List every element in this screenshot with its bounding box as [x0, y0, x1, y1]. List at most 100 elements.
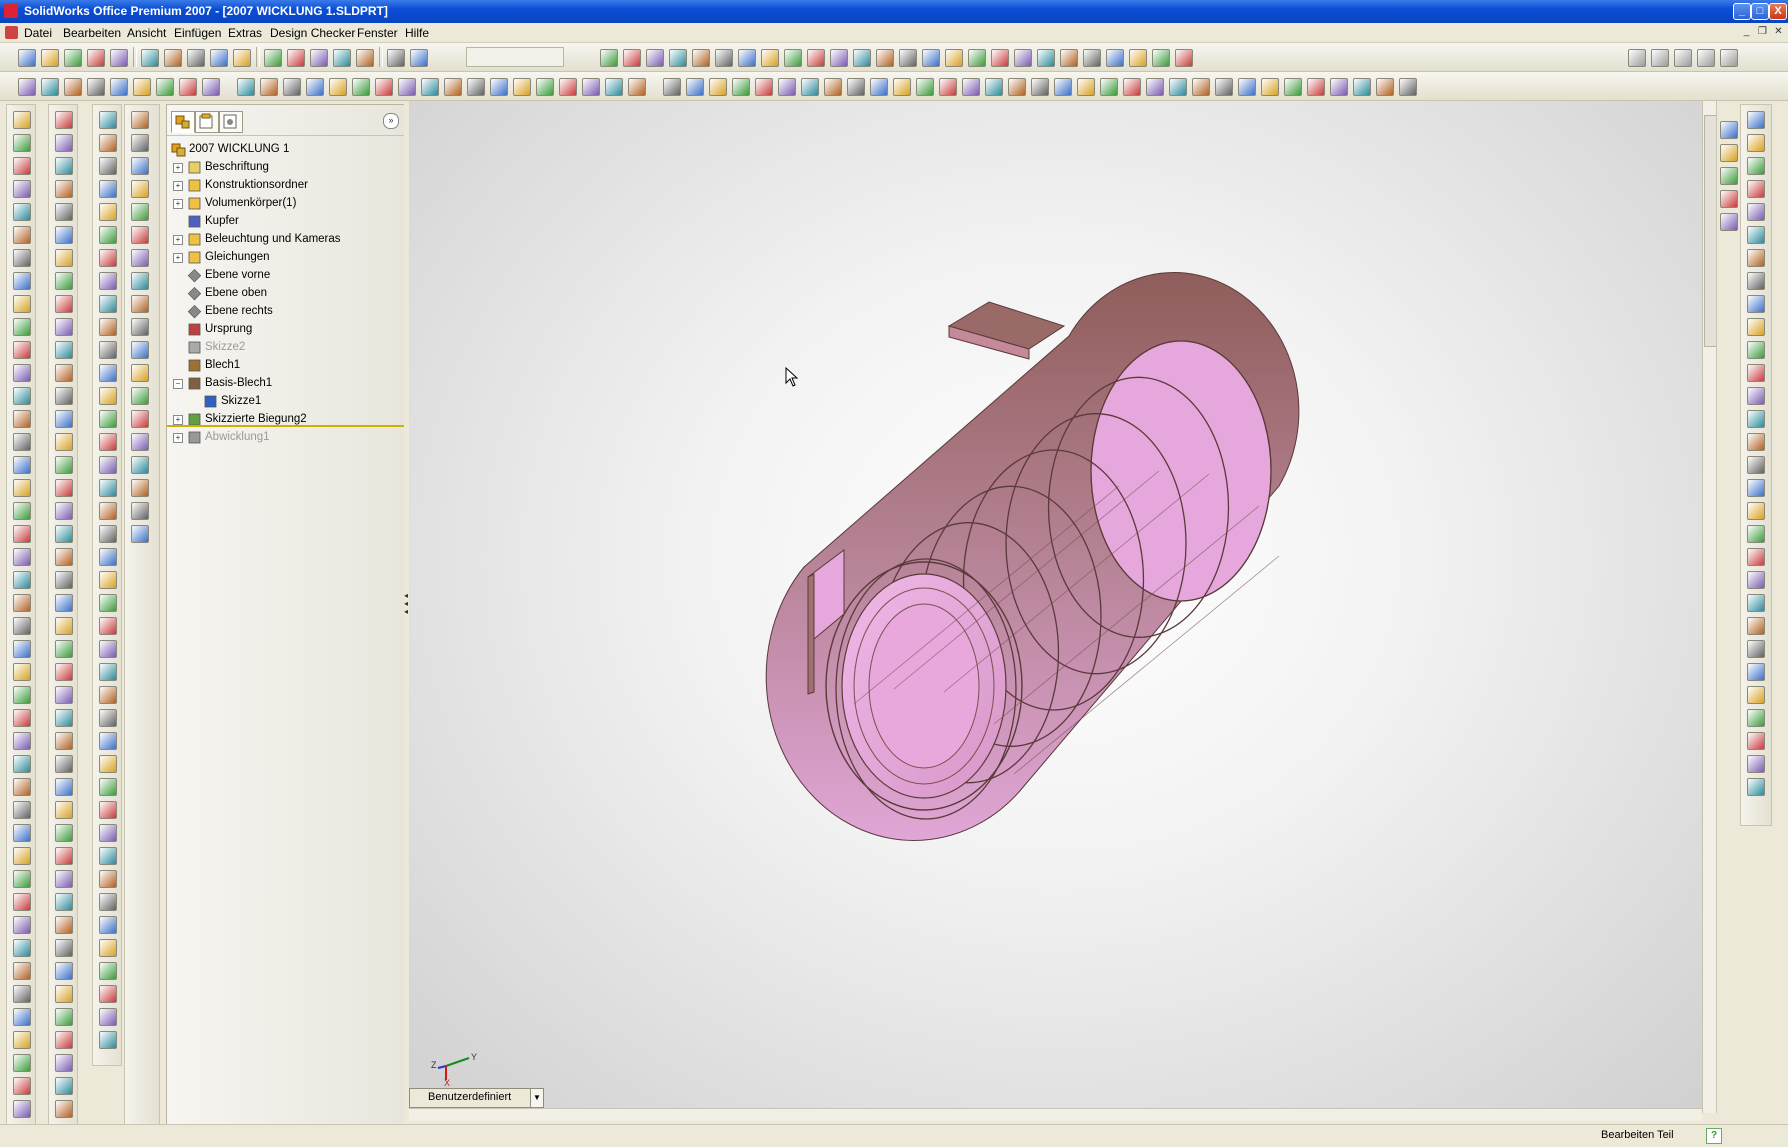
toolbar-button-icon[interactable] [55, 157, 73, 175]
toolbar-button-icon[interactable] [55, 962, 73, 980]
toolbar-button-icon[interactable] [13, 111, 31, 129]
toolbar-button-icon[interactable] [985, 78, 1003, 96]
toolbar-button-icon[interactable] [99, 916, 117, 934]
toolbar-button-icon[interactable] [375, 78, 393, 96]
tab-feature-manager[interactable] [171, 111, 195, 133]
toolbar-button-icon[interactable] [99, 985, 117, 1003]
toolbar-button-icon[interactable] [870, 78, 888, 96]
toolbar-button-icon[interactable] [55, 226, 73, 244]
toolbar-button-icon[interactable] [1031, 78, 1049, 96]
toolbar-button-icon[interactable] [467, 78, 485, 96]
toolbar-button-icon[interactable] [1747, 709, 1765, 727]
toolbar-button-icon[interactable] [99, 134, 117, 152]
toolbar-button-icon[interactable] [646, 49, 664, 67]
menu-fenster[interactable]: Fenster [357, 26, 398, 40]
toolbar-button-icon[interactable] [13, 410, 31, 428]
toolbar-button-icon[interactable] [628, 78, 646, 96]
toolbar-button-icon[interactable] [99, 801, 117, 819]
toolbar-button-icon[interactable] [55, 916, 73, 934]
toolbar-button-icon[interactable] [1747, 433, 1765, 451]
toolbar-button-icon[interactable] [13, 1100, 31, 1118]
toolbar-button-icon[interactable] [1747, 502, 1765, 520]
toolbar-button-icon[interactable] [807, 49, 825, 67]
toolbar-button-icon[interactable] [945, 49, 963, 67]
toolbar-button-icon[interactable] [55, 709, 73, 727]
toolbar-button-icon[interactable] [131, 111, 149, 129]
toolbar-button-icon[interactable] [131, 226, 149, 244]
toolbar-button-icon[interactable] [536, 78, 554, 96]
toolbar-button-icon[interactable] [99, 732, 117, 750]
toolbar-button-icon[interactable] [41, 49, 59, 67]
tree-item[interactable]: Ebene vorne [167, 267, 405, 285]
tree-item[interactable]: Skizze2 [167, 339, 405, 357]
toolbar-button-icon[interactable] [1747, 663, 1765, 681]
toolbar-button-icon[interactable] [623, 49, 641, 67]
toolbar-button-icon[interactable] [13, 203, 31, 221]
toolbar-button-icon[interactable] [18, 49, 36, 67]
toolbar-button-icon[interactable] [64, 78, 82, 96]
collapse-icon[interactable]: − [173, 379, 183, 389]
toolbar-button-icon[interactable] [13, 916, 31, 934]
tree-item[interactable]: + Gleichungen [167, 249, 405, 267]
toolbar-button-icon[interactable] [131, 249, 149, 267]
expand-icon[interactable]: + [173, 199, 183, 209]
toolbar-button-icon[interactable] [13, 1031, 31, 1049]
chevron-down-icon[interactable]: ▼ [530, 1088, 544, 1108]
graphics-area[interactable]: Y Z X [409, 101, 1702, 1113]
toolbar-button-icon[interactable] [13, 525, 31, 543]
toolbar-button-icon[interactable] [99, 157, 117, 175]
toolbar-button-icon[interactable] [1747, 571, 1765, 589]
toolbar-button-icon[interactable] [264, 49, 282, 67]
toolbar-button-icon[interactable] [559, 78, 577, 96]
toolbar-button-icon[interactable] [1747, 456, 1765, 474]
toolbar-button-icon[interactable] [1054, 78, 1072, 96]
toolbar-button-icon[interactable] [99, 341, 117, 359]
toolbar-button-icon[interactable] [99, 180, 117, 198]
toolbar-button-icon[interactable] [13, 364, 31, 382]
toolbar-button-icon[interactable] [99, 249, 117, 267]
toolbar-button-icon[interactable] [55, 502, 73, 520]
toolbar-button-icon[interactable] [13, 548, 31, 566]
toolbar-button-icon[interactable] [13, 295, 31, 313]
toolbar-button-icon[interactable] [55, 318, 73, 336]
toolbar-button-icon[interactable] [1008, 78, 1026, 96]
toolbar-button-icon[interactable] [1100, 78, 1118, 96]
toolbar-button-icon[interactable] [99, 410, 117, 428]
help-icon[interactable]: ? [1706, 1128, 1722, 1144]
toolbar-button-icon[interactable] [99, 479, 117, 497]
toolbar-button-icon[interactable] [99, 1031, 117, 1049]
toolbar-button-icon[interactable] [605, 78, 623, 96]
toolbar-button-icon[interactable] [1747, 203, 1765, 221]
toolbar-button-icon[interactable] [99, 663, 117, 681]
toolbar-button-icon[interactable] [131, 433, 149, 451]
toolbar-button-icon[interactable] [490, 78, 508, 96]
toolbar-button-icon[interactable] [55, 778, 73, 796]
toolbar-button-icon[interactable] [732, 78, 750, 96]
toolbar-button-icon[interactable] [1747, 594, 1765, 612]
toolbar-button-icon[interactable] [156, 78, 174, 96]
toolbar-button-icon[interactable] [13, 847, 31, 865]
toolbar-button-icon[interactable] [1284, 78, 1302, 96]
vertical-scrollbar[interactable] [1702, 101, 1717, 1113]
toolbar-button-icon[interactable] [1651, 49, 1669, 67]
toolbar-button-icon[interactable] [13, 134, 31, 152]
toolbar-button-icon[interactable] [1060, 49, 1078, 67]
toolbar-button-icon[interactable] [87, 78, 105, 96]
toolbar-button-icon[interactable] [13, 249, 31, 267]
toolbar-button-icon[interactable] [55, 617, 73, 635]
toolbar-button-icon[interactable] [99, 640, 117, 658]
toolbar-button-icon[interactable] [893, 78, 911, 96]
toolbar-button-icon[interactable] [1747, 272, 1765, 290]
toolbar-button-icon[interactable] [1747, 755, 1765, 773]
toolbar-button-icon[interactable] [853, 49, 871, 67]
toolbar-button-icon[interactable] [55, 824, 73, 842]
toolbar-button-icon[interactable] [55, 1031, 73, 1049]
toolbar-button-icon[interactable] [1747, 548, 1765, 566]
toolbar-button-icon[interactable] [55, 1054, 73, 1072]
toolbar-button-icon[interactable] [1747, 732, 1765, 750]
expand-icon[interactable]: + [173, 415, 183, 425]
toolbar-button-icon[interactable] [99, 847, 117, 865]
toolbar-button-icon[interactable] [1169, 78, 1187, 96]
toolbar-button-icon[interactable] [99, 893, 117, 911]
toolbar-button-icon[interactable] [131, 272, 149, 290]
